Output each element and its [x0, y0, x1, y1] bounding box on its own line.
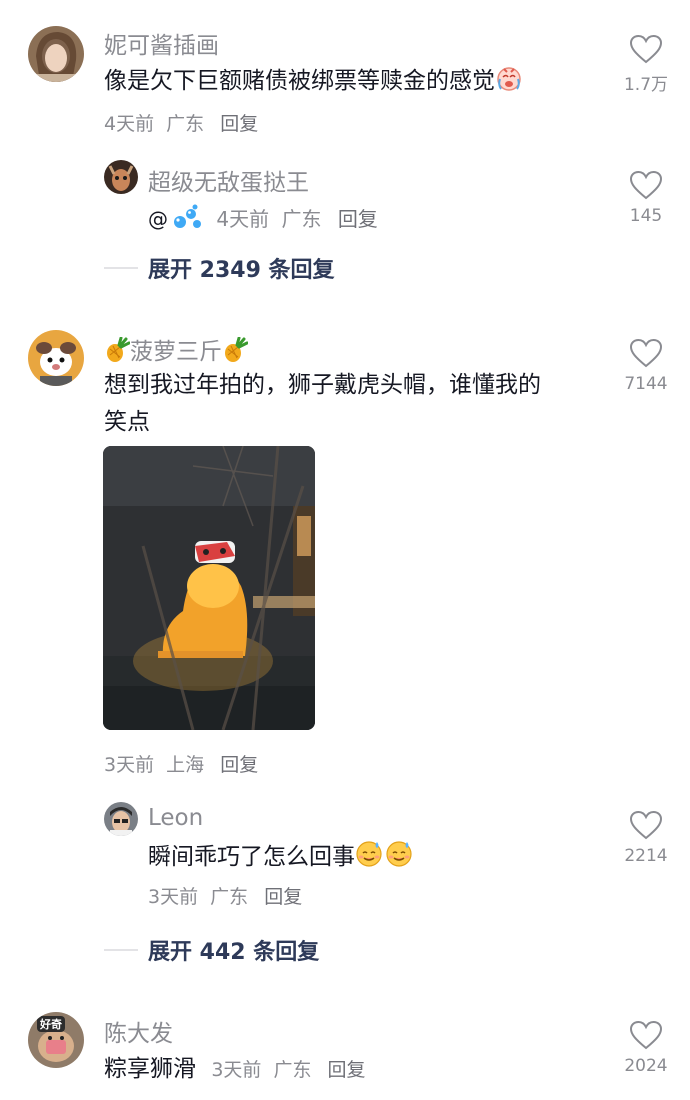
reply-location: 广东	[281, 207, 322, 231]
comment-photo[interactable]	[103, 446, 315, 730]
comment-time: 3天前	[104, 754, 155, 776]
divider	[104, 267, 138, 269]
like-count: 2214	[624, 846, 668, 866]
comment-meta: 4天前 广东 回复	[104, 109, 258, 136]
like-count: 7144	[624, 374, 668, 394]
avatar[interactable]	[28, 26, 84, 82]
like-button[interactable]: 1.7万	[616, 34, 676, 95]
like-button[interactable]: 2214	[616, 810, 676, 866]
comment-text: 想到我过年拍的，狮子戴虎头帽，谁懂我的 笑点	[104, 367, 604, 441]
comment-text-line: 想到我过年拍的，狮子戴虎头帽，谁懂我的	[104, 372, 541, 398]
avatar[interactable]: 好奇	[28, 1012, 84, 1068]
reply-username[interactable]: Leon	[148, 805, 203, 831]
reply-location: 广东	[210, 886, 249, 908]
reply-time: 4天前	[216, 207, 270, 231]
comment-meta: 3天前 广东 回复	[211, 1059, 365, 1081]
sweat-smile-emoji-icon	[355, 838, 413, 880]
reply-meta: 3天前 广东 回复	[148, 882, 302, 909]
like-button[interactable]: 7144	[616, 338, 676, 394]
comment-time: 3天前	[211, 1059, 262, 1081]
expand-replies-label: 展开 2349 条回复	[148, 258, 335, 283]
avatar-badge: 好奇	[37, 1016, 65, 1032]
like-count: 1.7万	[623, 75, 669, 95]
reply-text-content: 瞬间乖巧了怎么回事	[148, 844, 355, 870]
expand-replies-button[interactable]: 展开 442 条回复	[104, 934, 319, 966]
comment-text: 粽享狮滑 3天前 广东 回复	[104, 1051, 366, 1089]
comment-time: 4天前	[104, 113, 155, 135]
like-button[interactable]: 2024	[616, 1020, 676, 1076]
comment-username[interactable]: 菠萝三斤	[104, 332, 249, 369]
pineapple-icon	[222, 336, 249, 369]
expand-replies-button[interactable]: 展开 2349 条回复	[104, 252, 335, 284]
avatar[interactable]	[28, 330, 84, 386]
heart-icon	[629, 338, 663, 368]
avatar[interactable]	[104, 160, 138, 194]
heart-icon	[629, 1020, 663, 1050]
comment-text: 像是欠下巨额赌债被绑票等赎金的感觉	[104, 63, 523, 104]
heart-icon	[629, 34, 663, 64]
reply-username[interactable]: 超级无敌蛋挞王	[148, 163, 309, 197]
comment-location: 广东	[166, 113, 205, 135]
mention-prefix: @	[148, 207, 168, 231]
like-count: 2024	[624, 1056, 668, 1076]
comment-username[interactable]: 陈大发	[104, 1014, 173, 1048]
heart-icon	[629, 810, 663, 840]
avatar[interactable]	[104, 802, 138, 836]
reply-button[interactable]: 回复	[220, 113, 258, 135]
comment-meta: 3天前 上海 回复	[104, 750, 258, 777]
like-count: 145	[629, 206, 663, 226]
comment-location: 广东	[273, 1059, 312, 1081]
reply-text: 瞬间乖巧了怎么回事	[148, 838, 413, 880]
comment-text-line: 笑点	[104, 409, 150, 435]
water-drops-emoji-icon	[172, 204, 202, 235]
divider	[104, 949, 138, 951]
reply-button[interactable]: 回复	[338, 207, 378, 231]
comment-location: 上海	[166, 754, 205, 776]
reply-button[interactable]: 回复	[264, 886, 302, 908]
username-text: 菠萝三斤	[130, 339, 222, 365]
comment-text-content: 像是欠下巨额赌债被绑票等赎金的感觉	[104, 68, 495, 94]
comment-username[interactable]: 妮可酱插画	[104, 26, 219, 60]
reply-meta: @ 4天前 广东 回复	[148, 203, 378, 235]
expand-replies-label: 展开 442 条回复	[148, 940, 320, 965]
like-button[interactable]: 145	[616, 170, 676, 226]
reply-button[interactable]: 回复	[328, 1059, 366, 1081]
comment-text-content: 粽享狮滑	[104, 1056, 196, 1082]
crying-face-emoji-icon	[495, 64, 523, 104]
pineapple-icon	[104, 336, 131, 369]
reply-time: 3天前	[148, 886, 199, 908]
heart-icon	[629, 170, 663, 200]
reply-button[interactable]: 回复	[220, 754, 258, 776]
